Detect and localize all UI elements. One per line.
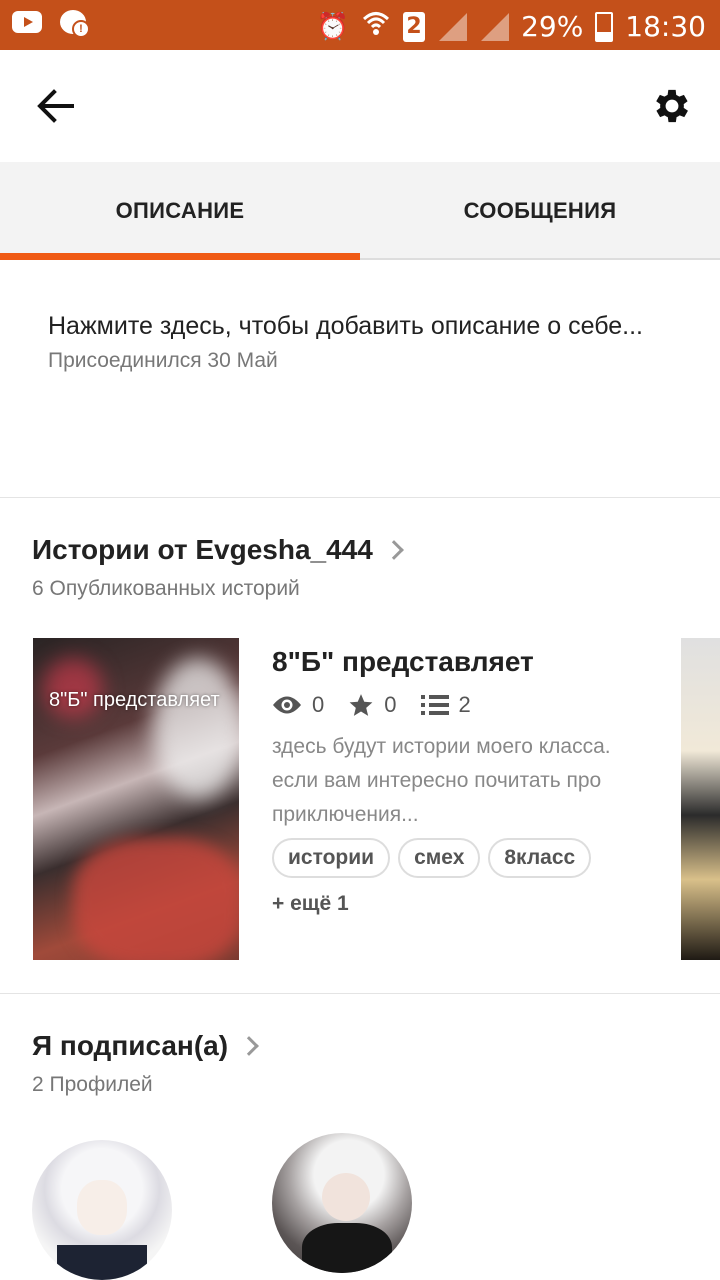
tab-description[interactable]: ОПИСАНИЕ: [0, 162, 360, 260]
tag[interactable]: смех: [398, 838, 481, 878]
more-tags[interactable]: + ещё 1: [272, 892, 672, 916]
signal-icon: [437, 12, 468, 41]
profile-tabs: ОПИСАНИЕ СООБЩЕНИЯ: [0, 162, 720, 260]
chevron-right-icon: [239, 1036, 259, 1056]
alarm-icon: ⏰: [316, 11, 350, 42]
battery-icon: [595, 11, 614, 42]
signal-icon: [479, 12, 510, 41]
tab-messages[interactable]: СООБЩЕНИЯ: [360, 162, 720, 258]
sim-icon: 2: [403, 11, 426, 42]
stories-section-title: Истории от Evgesha_444: [32, 534, 373, 565]
add-description-prompt[interactable]: Нажмите здесь, чтобы добавить описание о…: [48, 306, 678, 347]
story-stats: 0 0 2: [272, 692, 672, 718]
avatar[interactable]: [32, 1140, 172, 1280]
divider: [0, 993, 720, 994]
back-button[interactable]: [34, 84, 78, 128]
tag[interactable]: истории: [272, 838, 391, 878]
following-count: 2 Профилей: [32, 1073, 153, 1096]
joined-date: Присоединился 30 Май: [48, 349, 278, 372]
avatar[interactable]: [272, 1133, 412, 1273]
views-count: 0: [312, 692, 325, 717]
following-section-header[interactable]: Я подписан(а): [32, 1030, 259, 1062]
eye-icon: [273, 696, 301, 714]
settings-button[interactable]: [650, 84, 694, 128]
wifi-icon: [361, 8, 391, 45]
story-cover-text: 8"Б" представляет: [49, 689, 220, 711]
votes-count: 0: [384, 692, 397, 717]
tag[interactable]: 8класс: [488, 838, 592, 878]
views-stat: 0: [272, 692, 324, 718]
divider: [0, 497, 720, 498]
list-icon: [420, 695, 449, 715]
toolbar: [0, 50, 720, 162]
about-section: Нажмите здесь, чтобы добавить описание о…: [48, 306, 678, 373]
stories-count: 6 Опубликованных историй: [32, 577, 300, 600]
story-tags: истории смех 8класс: [272, 838, 672, 878]
chevron-right-icon: [383, 540, 404, 560]
star-icon: [349, 694, 373, 716]
story-card[interactable]: 8"Б" представляет 0 0 2 здесь будут исто…: [272, 640, 672, 916]
story-title[interactable]: 8"Б" представляет: [272, 640, 672, 684]
gear-icon: [656, 89, 688, 123]
next-story-cover[interactable]: [681, 638, 720, 960]
battery-percent: 29%: [521, 10, 584, 43]
youtube-icon: [12, 11, 42, 33]
story-cover[interactable]: 8"Б" представляет: [33, 638, 239, 960]
status-bar: ⏰ 2 29% 18:30: [0, 0, 720, 50]
story-description: здесь будут истории моего класса. если в…: [272, 735, 611, 826]
stories-section-header[interactable]: Истории от Evgesha_444: [32, 534, 404, 566]
arrow-left-icon: [37, 89, 74, 123]
parts-stat: 2: [420, 692, 471, 718]
parts-count: 2: [458, 692, 471, 717]
clock: 18:30: [625, 10, 706, 43]
message-alert-icon: [60, 10, 90, 38]
votes-stat: 0: [348, 692, 397, 718]
following-section-title: Я подписан(а): [32, 1030, 229, 1061]
